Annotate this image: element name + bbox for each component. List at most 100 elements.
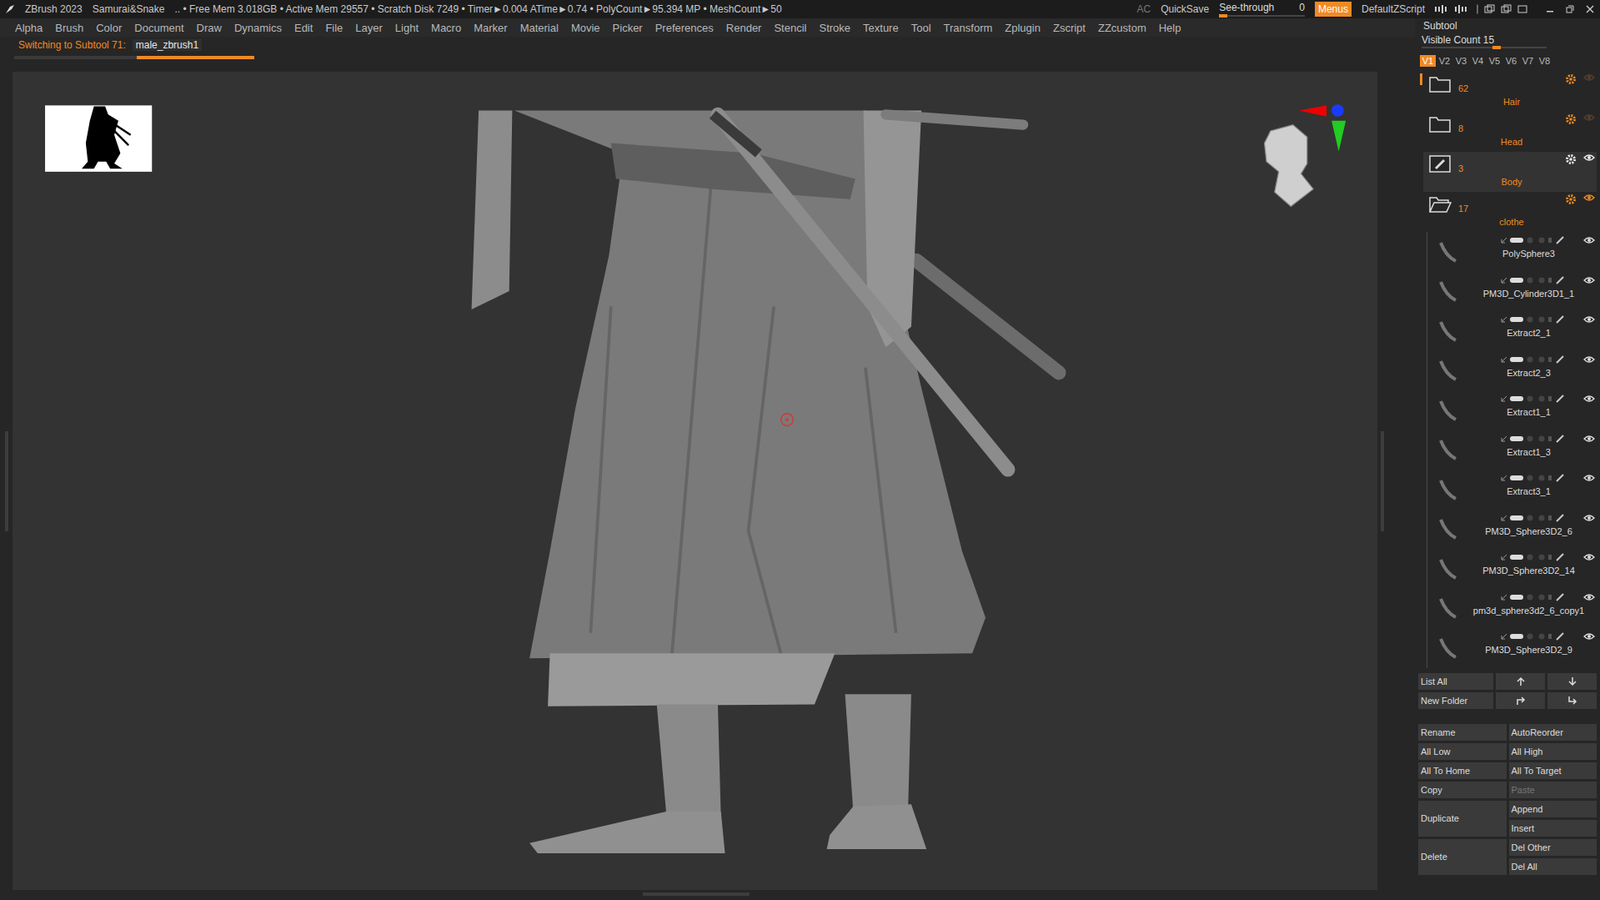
eye-icon[interactable] xyxy=(1583,434,1595,443)
menu-item[interactable]: Color xyxy=(95,21,122,35)
subtool-toggles-icon[interactable] xyxy=(1499,631,1584,642)
see-through-slider[interactable]: See-through0 xyxy=(1218,1,1305,17)
minimize-icon[interactable] xyxy=(1544,4,1555,15)
move-down-button[interactable] xyxy=(1547,672,1597,690)
new-folder-button[interactable]: New Folder xyxy=(1418,692,1494,709)
menu-item[interactable]: Preferences xyxy=(655,21,714,35)
menus-button[interactable]: Menus xyxy=(1314,1,1352,17)
eye-icon[interactable] xyxy=(1583,394,1595,403)
subtool-button[interactable]: Insert xyxy=(1509,819,1598,837)
subtool-toggles-icon[interactable] xyxy=(1499,551,1584,562)
eye-icon[interactable] xyxy=(1583,592,1595,602)
gear-icon[interactable] xyxy=(1564,153,1577,166)
menu-item[interactable]: ZZcustom xyxy=(1098,21,1147,35)
subtool-button[interactable]: All High xyxy=(1509,742,1598,760)
subtool-toggles-icon[interactable] xyxy=(1499,275,1584,286)
eye-icon[interactable] xyxy=(1583,113,1595,122)
menu-item[interactable]: Layer xyxy=(355,21,383,35)
subtool-item[interactable]: Extract1_3 xyxy=(1423,430,1597,471)
scroll-thumb[interactable] xyxy=(1419,73,1423,86)
subtool-button[interactable]: AutoReorder xyxy=(1509,723,1598,741)
see-through-handle[interactable] xyxy=(1218,14,1228,18)
eye-icon[interactable] xyxy=(1583,235,1595,245)
eye-icon[interactable] xyxy=(1583,153,1595,162)
subtool-toggles-icon[interactable] xyxy=(1499,235,1584,246)
menu-item[interactable]: Help xyxy=(1158,21,1182,35)
view-tab[interactable]: V2 xyxy=(1436,55,1453,67)
close-icon[interactable] xyxy=(1584,4,1595,15)
subtool-button[interactable]: Copy xyxy=(1418,781,1507,798)
subtool-item[interactable]: pm3d_sphere3d2_6_copy1 xyxy=(1423,588,1597,629)
list-all-button[interactable]: List All xyxy=(1418,672,1494,690)
menu-item[interactable]: Stroke xyxy=(818,21,851,35)
eye-icon[interactable] xyxy=(1583,73,1595,82)
left-handle[interactable] xyxy=(5,431,9,532)
subtool-button[interactable]: Duplicate xyxy=(1418,800,1507,837)
move-up-button[interactable] xyxy=(1495,672,1545,690)
folder-row[interactable]: 8Head xyxy=(1423,111,1597,152)
eye-icon[interactable] xyxy=(1583,552,1595,562)
eye-icon[interactable] xyxy=(1583,193,1595,202)
subtool-toggles-icon[interactable] xyxy=(1499,354,1584,365)
subtool-item[interactable]: Extract3_1 xyxy=(1423,469,1597,510)
gear-icon[interactable] xyxy=(1564,193,1577,206)
viewport[interactable] xyxy=(12,71,1378,890)
subtool-button[interactable]: All Low xyxy=(1418,742,1507,760)
menu-item[interactable]: Alpha xyxy=(15,21,43,35)
subtool-item[interactable]: Extract2_1 xyxy=(1423,310,1597,352)
menu-item[interactable]: Transform xyxy=(943,21,994,35)
menu-item[interactable]: Tool xyxy=(911,21,932,35)
orientation-gizmo-icon[interactable] xyxy=(1263,104,1346,206)
eye-icon[interactable] xyxy=(1583,513,1595,522)
folder-row[interactable]: 62Hair xyxy=(1423,71,1597,112)
subtool-button[interactable]: Del All xyxy=(1509,857,1598,875)
menu-item[interactable]: Dynamics xyxy=(234,21,282,35)
eye-icon[interactable] xyxy=(1583,631,1595,641)
bottom-handle[interactable] xyxy=(642,892,750,896)
menu-item[interactable]: Draw xyxy=(196,21,222,35)
move-into-folder-button[interactable] xyxy=(1495,692,1545,709)
subtool-toggles-icon[interactable] xyxy=(1499,512,1584,523)
view-tab[interactable]: V1 xyxy=(1419,55,1436,67)
move-out-folder-button[interactable] xyxy=(1547,692,1597,709)
subtool-button[interactable]: Append xyxy=(1509,800,1598,818)
menu-item[interactable]: Material xyxy=(520,21,559,35)
open-folder-icon[interactable] xyxy=(1428,193,1452,214)
eye-icon[interactable] xyxy=(1583,315,1595,324)
subtool-button[interactable]: All To Target xyxy=(1509,762,1598,779)
eye-icon[interactable] xyxy=(1583,355,1595,364)
view-tab[interactable]: V6 xyxy=(1503,55,1520,67)
subtool-toggles-icon[interactable] xyxy=(1499,393,1584,404)
subtool-button[interactable]: All To Home xyxy=(1418,762,1507,779)
menu-item[interactable]: Marker xyxy=(473,21,507,35)
restore-icon[interactable] xyxy=(1564,4,1575,15)
menu-item[interactable]: Macro xyxy=(431,21,462,35)
subtool-item[interactable]: PolySphere3 xyxy=(1423,231,1597,272)
right-handle[interactable] xyxy=(1380,431,1385,532)
menu-item[interactable]: Zscript xyxy=(1053,21,1086,35)
subtool-item[interactable]: PM3D_Sphere3D2_9 xyxy=(1423,627,1597,668)
menu-item[interactable]: Stencil xyxy=(773,21,807,35)
menu-item[interactable]: Brush xyxy=(55,21,84,35)
menu-item[interactable]: Edit xyxy=(294,21,313,35)
menu-item[interactable]: File xyxy=(325,21,343,35)
menu-item[interactable]: Render xyxy=(726,21,763,35)
subtool-toggles-icon[interactable] xyxy=(1499,433,1584,444)
folder-icon[interactable] xyxy=(1428,73,1452,94)
visible-count-handle[interactable] xyxy=(1492,45,1501,50)
ac-button[interactable]: AC xyxy=(1137,3,1152,16)
folder-row[interactable]: 17clothe xyxy=(1423,191,1597,232)
menu-item[interactable]: Picker xyxy=(612,21,643,35)
edit-folder-icon[interactable] xyxy=(1428,153,1452,174)
view-tab[interactable]: V7 xyxy=(1519,55,1536,67)
subtool-item[interactable]: PM3D_Sphere3D2_14 xyxy=(1423,548,1597,589)
menu-item[interactable]: Movie xyxy=(571,21,601,35)
view-tab[interactable]: V4 xyxy=(1469,55,1486,67)
quicksave-button[interactable]: QuickSave xyxy=(1160,3,1209,16)
gear-icon[interactable] xyxy=(1564,73,1577,86)
view-tab[interactable]: V5 xyxy=(1486,55,1503,67)
subtool-button[interactable]: Rename xyxy=(1418,723,1507,741)
folder-icon[interactable] xyxy=(1428,113,1452,134)
gear-icon[interactable] xyxy=(1564,113,1577,126)
menu-item[interactable]: Texture xyxy=(862,21,899,35)
